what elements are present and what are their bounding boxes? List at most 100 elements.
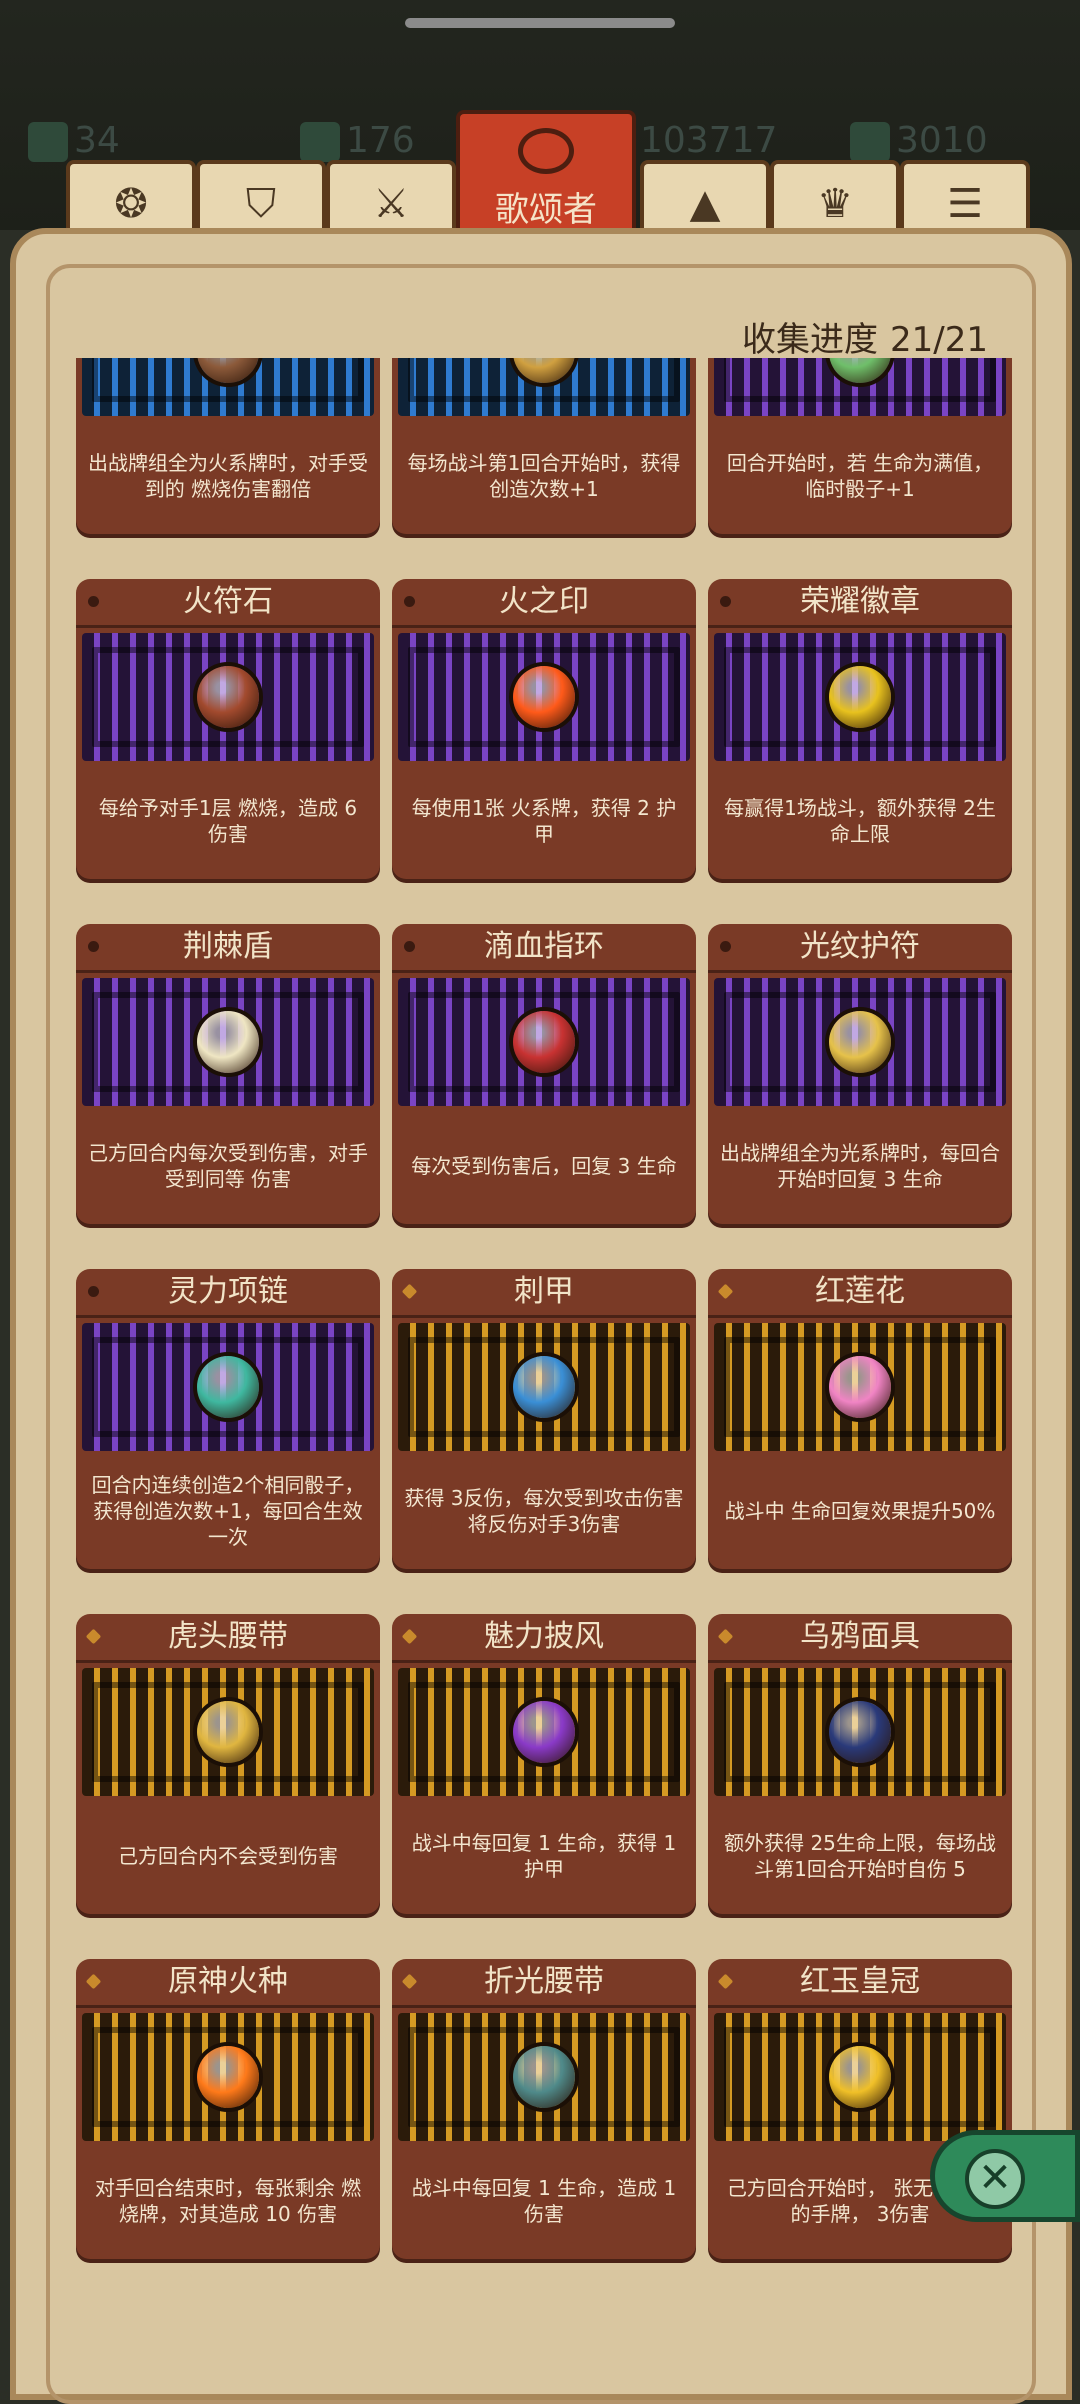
relic-name: 荆棘盾 (183, 929, 273, 964)
relic-card[interactable]: 虎头腰带 己方回合内不会受到伤害 (76, 1614, 380, 1914)
crest-icon: ♛ (817, 181, 853, 227)
relic-rarity-dot (717, 1628, 734, 1645)
relic-icon (513, 1701, 575, 1763)
relic-artwork (714, 1668, 1006, 1796)
relic-icon (513, 1356, 575, 1418)
relic-name: 乌鸦面具 (800, 1619, 920, 1654)
relic-description-box: 战斗中每回复 1 生命，获得 1 护甲 (402, 1806, 686, 1906)
relic-rarity-dot (717, 1283, 734, 1300)
triangle-icon: ▲ (689, 181, 721, 227)
relic-description-box: 出战牌组全为火系牌时，对手受到的 燃烧伤害翻倍 (86, 426, 370, 526)
relic-card[interactable]: 折光腰带 战斗中每回复 1 生命，造成 1 伤害 (392, 1959, 696, 2259)
tab-singer[interactable]: 歌颂者 (456, 110, 636, 244)
relic-rarity-dot (85, 1973, 102, 1990)
relic-artwork (714, 2013, 1006, 2141)
relic-icon (513, 666, 575, 728)
relic-name: 折光腰带 (484, 1964, 604, 1999)
relic-card[interactable]: 荆棘盾 己方回合内每次受到伤害，对手受到同等 伤害 (76, 924, 380, 1224)
relic-artwork (82, 2013, 374, 2141)
relic-description-box: 额外获得 25生命上限，每场战斗第1回合开始时自伤 5 (718, 1806, 1002, 1906)
relic-description-box: 回合开始时，若 生命为满值，临时骰子+1 (718, 426, 1002, 526)
relic-title-bar: 虎头腰带 (76, 1614, 380, 1663)
relic-icon (829, 358, 891, 383)
relic-icon (829, 666, 891, 728)
gesture-handle[interactable] (405, 18, 675, 28)
relic-card[interactable]: 荣耀徽章每赢得1场战斗，额外获得 2生命上限 (708, 579, 1012, 879)
relic-rarity-dot (85, 1628, 102, 1645)
relic-rarity-dot (717, 1973, 734, 1990)
relic-title-bar: 灵力项链 (76, 1269, 380, 1318)
relic-grid[interactable]: 出战牌组全为火系牌时，对手受到的 燃烧伤害翻倍 每场战斗第1回合开始时，获得创造次… (76, 358, 1028, 2398)
relic-artwork (714, 1323, 1006, 1451)
relic-artwork (82, 633, 374, 761)
relic-name: 红莲花 (815, 1274, 905, 1309)
relic-card[interactable]: 每场战斗第1回合开始时，获得创造次数+1 (392, 358, 696, 534)
shield-icon: ⛉ (246, 181, 276, 227)
relic-artwork (398, 1323, 690, 1451)
relic-name: 魅力披风 (484, 1619, 604, 1654)
relic-description: 额外获得 25生命上限，每场战斗第1回合开始时自伤 5 (724, 1831, 996, 1881)
relic-title-bar: 滴血指环 (392, 924, 696, 973)
relic-icon (829, 1356, 891, 1418)
relic-card[interactable]: 魅力披风战斗中每回复 1 生命，获得 1 护甲 (392, 1614, 696, 1914)
progress-label: 收集进度 (742, 320, 879, 360)
relic-description: 回合开始时，若 生命为满值，临时骰子+1 (726, 451, 994, 501)
coins-icon: ❂ (114, 181, 148, 227)
relic-rarity-dot (720, 596, 731, 607)
relic-description: 每赢得1场战斗，额外获得 2生命上限 (724, 796, 996, 846)
relic-icon (197, 1011, 259, 1073)
relic-card[interactable]: 光纹护符出战牌组全为光系牌时，每回合开始时回复 3 生命 (708, 924, 1012, 1224)
relic-card[interactable]: 滴血指环每次受到伤害后，回复 3 生命 (392, 924, 696, 1224)
relic-rarity-dot (401, 1973, 418, 1990)
relic-title-bar: 原神火种 (76, 1959, 380, 2008)
category-tabs: ❂ ⛉ ⚔ 歌颂者 ▲ ♛ ☰ (0, 110, 1080, 244)
relic-description-box: 战斗中 生命回复效果提升50% (718, 1461, 1002, 1561)
relic-title-bar: 红玉皇冠 (708, 1959, 1012, 2008)
relic-card[interactable]: 出战牌组全为火系牌时，对手受到的 燃烧伤害翻倍 (76, 358, 380, 534)
relic-card[interactable]: 灵力项链回合内连续创造2个相同骰子，获得创造次数+1，每回合生效一次 (76, 1269, 380, 1569)
relic-icon (829, 1701, 891, 1763)
relic-card[interactable]: 乌鸦面具额外获得 25生命上限，每场战斗第1回合开始时自伤 5 (708, 1614, 1012, 1914)
close-button[interactable]: ✕ (930, 2130, 1080, 2222)
relic-icon (513, 1011, 575, 1073)
collection-panel: 收集进度 21/21 出战牌组全为火系牌时，对手受到的 燃烧伤害翻倍 每场战斗第1回… (10, 228, 1072, 2404)
relic-description-box: 回合内连续创造2个相同骰子，获得创造次数+1，每回合生效一次 (86, 1461, 370, 1561)
relic-description: 对手回合结束时，每张剩余 燃烧牌，对其造成 10 伤害 (94, 2176, 362, 2226)
relic-description-box: 每次受到伤害后，回复 3 生命 (402, 1116, 686, 1216)
relic-icon (197, 358, 259, 383)
relic-description: 出战牌组全为火系牌时，对手受到的 燃烧伤害翻倍 (88, 451, 368, 501)
relic-card[interactable]: 红莲花战斗中 生命回复效果提升50% (708, 1269, 1012, 1569)
relic-rarity-dot (88, 1286, 99, 1297)
relic-card[interactable]: 原神火种对手回合结束时，每张剩余 燃烧牌，对其造成 10 伤害 (76, 1959, 380, 2259)
relic-card[interactable]: 火之印 每使用1张 火系牌，获得 2 护甲 (392, 579, 696, 879)
relic-card[interactable]: 回合开始时，若 生命为满值，临时骰子+1 (708, 358, 1012, 534)
relic-title-bar: 火符石 (76, 579, 380, 628)
relic-description-box: 每给予对手1层 燃烧，造成 6 伤害 (86, 771, 370, 871)
relic-artwork (714, 358, 1006, 416)
relic-rarity-dot (404, 941, 415, 952)
progress-value: 21/21 (890, 320, 988, 360)
relic-artwork (714, 978, 1006, 1106)
relic-title-bar: 荣耀徽章 (708, 579, 1012, 628)
relic-artwork (398, 358, 690, 416)
relic-card[interactable]: 刺甲 获得 3反伤，每次受到攻击伤害将反伤对手3伤害 (392, 1269, 696, 1569)
relic-artwork (82, 1668, 374, 1796)
relic-icon (197, 1356, 259, 1418)
relic-name: 红玉皇冠 (800, 1964, 920, 1999)
relic-name: 火之印 (499, 584, 589, 619)
relic-card[interactable]: 火符石每给予对手1层 燃烧，造成 6 伤害 (76, 579, 380, 879)
stack-icon: ☰ (947, 181, 983, 227)
relic-artwork (398, 978, 690, 1106)
relic-rarity-dot (401, 1283, 418, 1300)
relic-icon (513, 358, 575, 383)
relic-artwork (398, 2013, 690, 2141)
relic-description: 回合内连续创造2个相同骰子，获得创造次数+1，每回合生效一次 (91, 1473, 365, 1549)
relic-artwork (398, 1668, 690, 1796)
relic-description: 出战牌组全为光系牌时，每回合开始时回复 3 生命 (720, 1141, 1000, 1191)
relic-description-box: 获得 3反伤，每次受到攻击伤害将反伤对手3伤害 (402, 1461, 686, 1561)
relic-title-bar: 光纹护符 (708, 924, 1012, 973)
relic-title-bar: 荆棘盾 (76, 924, 380, 973)
collection-progress: 收集进度 21/21 (730, 312, 988, 361)
relic-artwork (82, 978, 374, 1106)
relic-artwork (398, 633, 690, 761)
